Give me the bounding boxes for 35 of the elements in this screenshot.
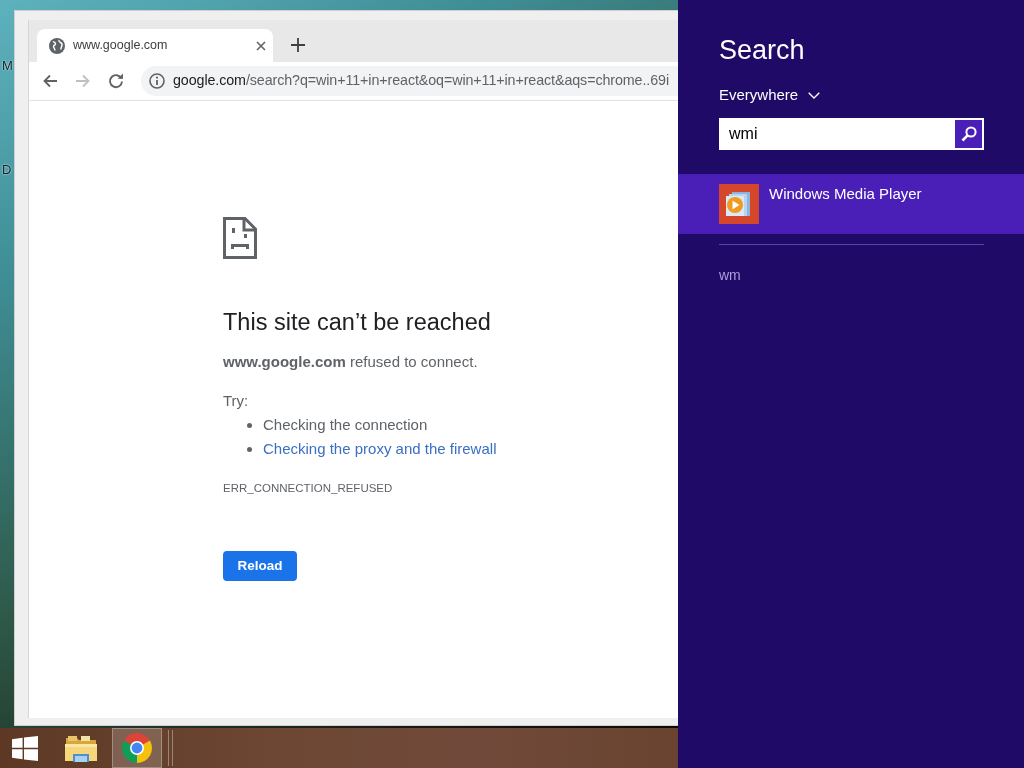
search-field[interactable]: wmi [719, 118, 953, 150]
search-suggestion[interactable]: wm [719, 266, 1024, 284]
reload-icon[interactable] [108, 73, 124, 89]
search-result[interactable]: Windows Media Player [678, 174, 1024, 234]
url-text: google.com/search?q=win+11+in+react&oq=win+11+in+react&aqs=chrome..69i [173, 71, 669, 91]
desktop-icon-label: D [2, 163, 12, 177]
panel-title: Search [719, 34, 806, 66]
search-button[interactable] [953, 118, 984, 150]
new-tab-icon[interactable] [291, 38, 305, 52]
error-heading: This site can’t be reached [223, 308, 492, 336]
address-bar[interactable]: google.com/search?q=win+11+in+react&oq=win+11+in+react&aqs=chrome..69i [141, 66, 678, 96]
error-code: ERR_CONNECTION_REFUSED [223, 481, 394, 496]
scope-dropdown[interactable]: Everywhere [719, 85, 821, 105]
error-message: www.google.com refused to connect. [223, 352, 479, 372]
browser-icon [121, 732, 153, 764]
suggestion-text: Checking the connection [263, 414, 428, 435]
sad-page-icon [223, 217, 257, 259]
taskbar-app-button[interactable] [112, 728, 162, 768]
reload-button[interactable]: Reload [223, 551, 297, 581]
bullet-icon [247, 446, 252, 452]
browser-tab[interactable]: www.google.com [37, 29, 273, 62]
close-icon[interactable] [256, 40, 266, 51]
suggestion-link[interactable]: Checking the proxy and the firewall [263, 437, 497, 461]
windows-logo-icon [12, 735, 38, 761]
desktop-icon-label: M [2, 59, 13, 73]
bullet-icon [247, 422, 252, 428]
tab-title: www.google.com [73, 37, 169, 55]
info-icon[interactable] [149, 73, 165, 89]
try-label: Try: [223, 391, 250, 411]
globe-icon [49, 37, 65, 54]
media-player-icon [719, 184, 759, 224]
chevron-down-icon [808, 91, 821, 99]
folder-icon [65, 734, 97, 762]
search-icon [960, 126, 977, 142]
back-arrow-icon[interactable] [42, 73, 58, 89]
